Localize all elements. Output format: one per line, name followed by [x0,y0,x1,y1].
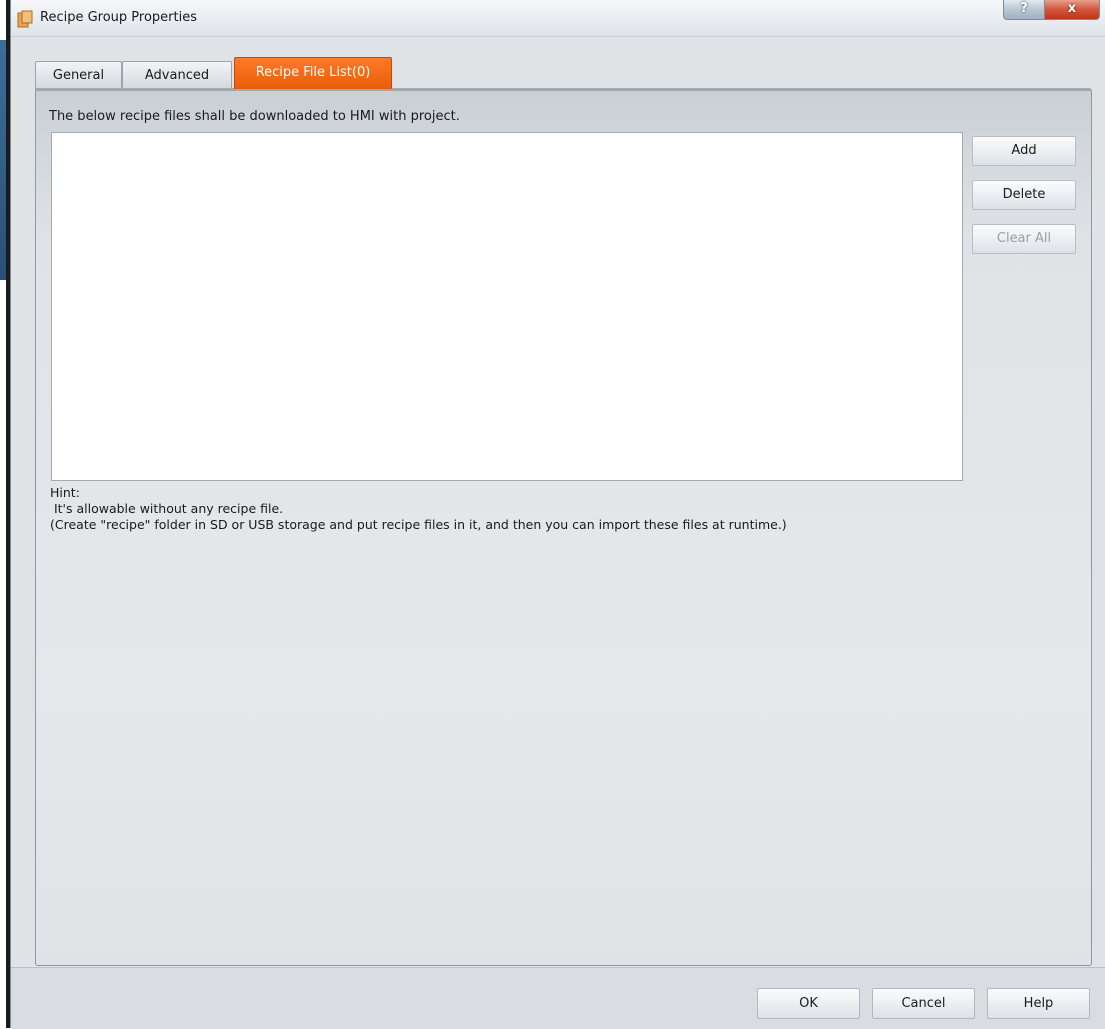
close-icon[interactable]: x [1044,0,1100,20]
delete-button[interactable]: Delete [972,180,1076,210]
dialog-footer: OK Cancel Help [11,967,1105,1029]
panel-description: The below recipe files shall be download… [49,109,460,124]
hint-line-1: It's allowable without any recipe file. [50,501,284,516]
tab-panel: The below recipe files shall be download… [35,88,1092,966]
tab-recipe-file-list[interactable]: Recipe File List(0) [234,57,392,89]
hint-line-2: (Create "recipe" folder in SD or USB sto… [50,517,787,532]
clear-all-button[interactable]: Clear All [972,224,1076,254]
window-title: Recipe Group Properties [40,10,197,25]
dialog-window: Recipe Group Properties ? x General Adva… [10,0,1105,1029]
recipe-file-list[interactable] [51,132,963,481]
background-window-accent [0,40,6,280]
title-bar[interactable]: Recipe Group Properties ? x [11,0,1105,37]
background-window-edge [0,0,10,1028]
hint-block: Hint: It's allowable without any recipe … [50,485,787,533]
tab-advanced[interactable]: Advanced [122,61,232,88]
help-button[interactable]: Help [987,988,1090,1019]
app-icon [17,10,33,28]
tab-general[interactable]: General [35,61,122,88]
help-icon[interactable]: ? [1003,0,1045,20]
cancel-button[interactable]: Cancel [872,988,975,1019]
ok-button[interactable]: OK [757,988,860,1019]
add-button[interactable]: Add [972,136,1076,166]
hint-title: Hint: [50,485,80,500]
